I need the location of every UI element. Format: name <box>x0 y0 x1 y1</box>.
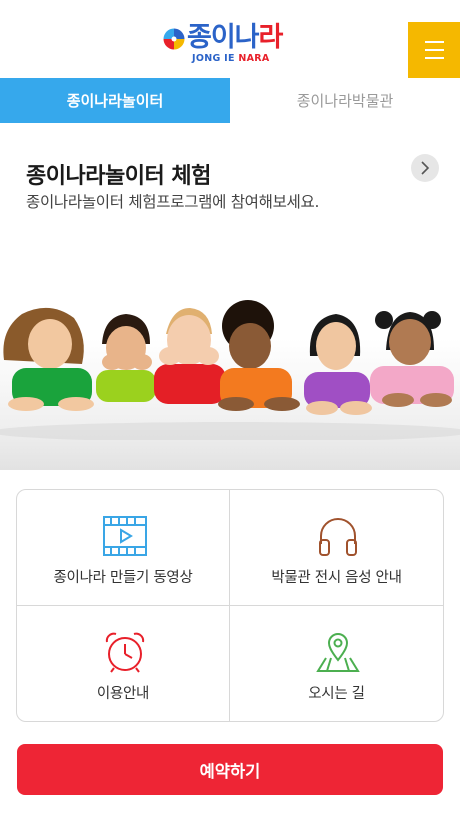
directions-button[interactable]: 오시는 길 <box>230 606 443 721</box>
hero-next-button[interactable] <box>411 154 439 182</box>
hamburger-icon-bar <box>425 49 444 51</box>
pinwheel-logo-icon <box>163 28 185 50</box>
video-guide-button[interactable]: 종이나라 만들기 동영상 <box>17 490 230 606</box>
video-guide-label: 종이나라 만들기 동영상 <box>53 570 193 586</box>
logo-subtext: JONG IE NARA <box>192 53 270 64</box>
tab-museum[interactable]: 종이나라박물관 <box>230 78 460 123</box>
usage-info-button[interactable]: 이용안내 <box>17 606 230 721</box>
audio-guide-button[interactable]: 박물관 전시 음성 안내 <box>230 490 443 606</box>
map-pin-icon <box>316 633 360 672</box>
app-header: 종이나라 JONG IE NARA <box>0 0 460 78</box>
video-icon <box>103 516 147 556</box>
usage-info-label: 이용안내 <box>96 686 150 702</box>
brand-logo[interactable]: 종이나라 JONG IE NARA <box>163 22 287 68</box>
alarm-clock-icon <box>105 632 145 673</box>
child-green <box>3 307 94 411</box>
hamburger-icon <box>425 41 444 43</box>
hero-title: 종이나라놀이터 체험 <box>26 164 211 189</box>
children-photo <box>0 300 460 440</box>
child-lime <box>96 314 156 402</box>
headphones-icon <box>319 518 357 556</box>
directions-label: 오시는 길 <box>308 686 365 702</box>
chevron-right-icon <box>421 161 430 175</box>
hero-subtitle: 종이나라놀이터 체험프로그램에 참여해보세요. <box>26 193 320 211</box>
child-purple <box>304 314 372 415</box>
child-orange <box>218 300 300 411</box>
hero-banner[interactable]: 종이나라놀이터 체험 종이나라놀이터 체험프로그램에 참여해보세요. <box>0 124 460 470</box>
menu-button[interactable] <box>408 22 460 78</box>
audio-guide-label: 박물관 전시 음성 안내 <box>271 570 402 586</box>
logo-wordmark: 종이나라 <box>187 22 283 53</box>
child-red <box>154 308 226 404</box>
tab-bar: 종이나라놀이터 종이나라박물관 <box>0 78 460 123</box>
tab-playground[interactable]: 종이나라놀이터 <box>0 78 230 123</box>
menu-grid: 종이나라 만들기 동영상 박물관 전시 음성 안내 이용안내 오시는 길 <box>16 489 444 722</box>
reserve-button[interactable]: 예약하기 <box>17 744 443 795</box>
hamburger-icon-bar <box>425 57 444 59</box>
child-pink <box>370 311 454 407</box>
